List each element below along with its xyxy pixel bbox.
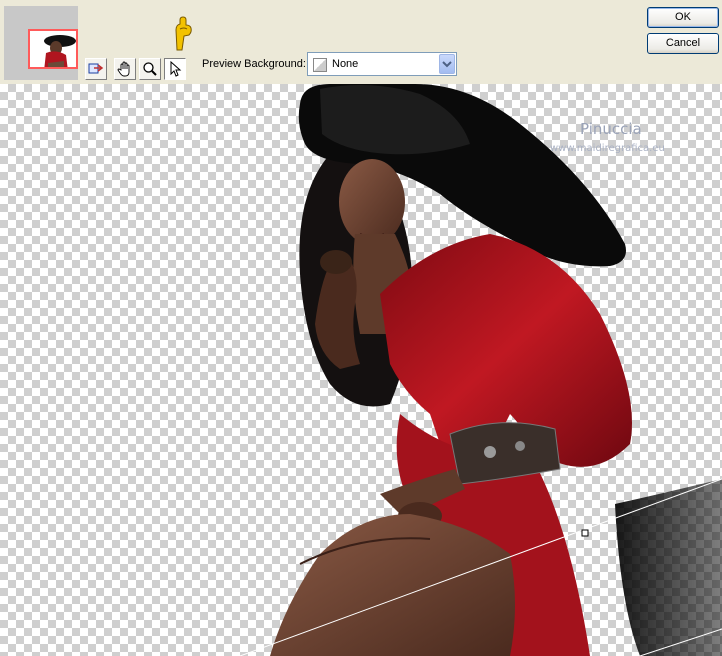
navigator-thumbnail[interactable] (4, 6, 78, 80)
ok-button[interactable]: OK (647, 7, 719, 28)
watermark-name: Pinuccia (580, 120, 642, 138)
arrow-select-tool-button[interactable] (164, 58, 186, 80)
pan-selection-tool-button[interactable] (85, 58, 107, 80)
hand-icon (117, 61, 130, 77)
arrow-select-icon (170, 61, 182, 77)
zoom-tool-button[interactable] (139, 58, 161, 80)
pan-selection-icon (88, 63, 104, 74)
chevron-down-icon (442, 61, 452, 68)
zoom-icon (143, 62, 157, 76)
preview-background-label: Preview Background: (202, 58, 306, 70)
hand-tool-button[interactable] (114, 58, 136, 80)
toolbar: Preview Background: None OK Cancel (0, 0, 722, 84)
preview-canvas[interactable]: Pinuccia www.maidiregrafica.eu (0, 84, 722, 656)
pointer-hand-icon (175, 16, 192, 51)
preview-background-select[interactable]: None (307, 52, 457, 76)
watermark: Pinuccia www.maidiregrafica.eu (550, 120, 665, 154)
preview-background-value: None (332, 58, 359, 70)
navigator-viewport-rect[interactable] (28, 29, 78, 69)
background-swatch (313, 58, 327, 72)
watermark-url: www.maidiregrafica.eu (550, 143, 665, 154)
cancel-button[interactable]: Cancel (647, 33, 719, 54)
thumbnail-preview (30, 31, 76, 67)
dropdown-button[interactable] (439, 54, 455, 74)
